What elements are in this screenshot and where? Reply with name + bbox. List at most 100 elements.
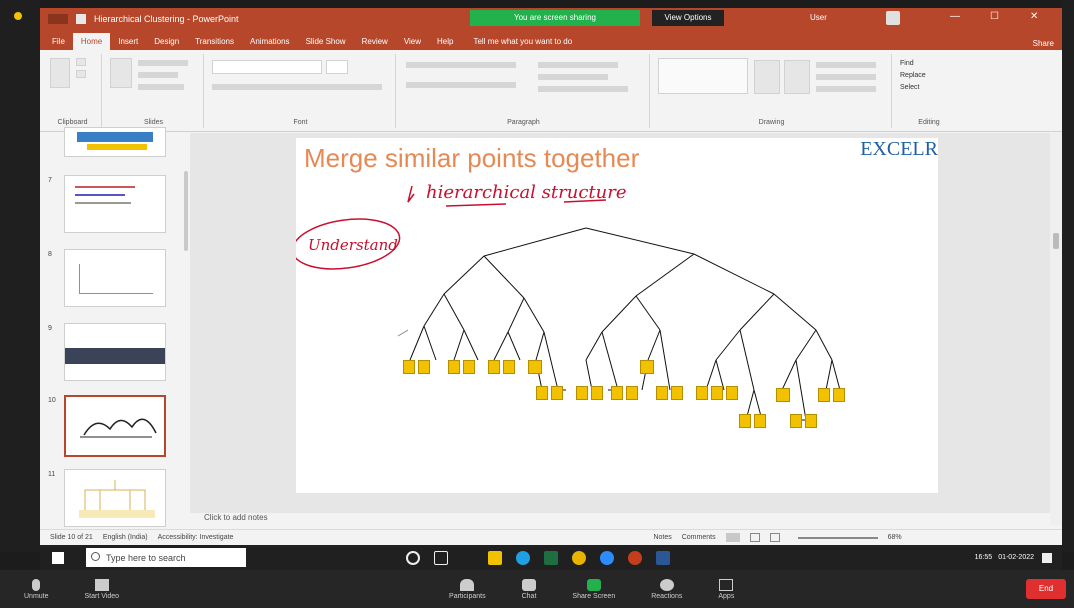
language-status[interactable]: English (India) [103,534,148,541]
zoom-right-frame [1062,0,1074,552]
accessibility-status[interactable]: Accessibility: Investigate [158,534,234,541]
chrome-icon[interactable] [572,550,586,565]
cut-icon[interactable] [76,58,86,66]
new-slide-button[interactable] [110,58,132,88]
save-icon[interactable] [76,14,86,24]
thumbnail-slide-10[interactable] [64,395,166,457]
windows-start-icon[interactable] [52,551,64,564]
share-button[interactable]: Share [1033,39,1054,48]
replace-button[interactable]: Replace [900,72,926,79]
taskbar-search-input[interactable]: Type here to search [86,548,246,567]
tab-view[interactable]: View [396,37,429,50]
zoom-app-icon[interactable] [600,550,614,565]
leaf-node [551,386,563,400]
chat-button[interactable]: Chat [522,578,536,600]
participants-icon [460,578,475,591]
tab-insert[interactable]: Insert [110,37,146,50]
vertical-scrollbar[interactable] [1050,133,1062,525]
find-button[interactable]: Find [900,60,914,67]
share-screen-button[interactable]: Share Screen [572,578,615,600]
thumbnail-slide-11[interactable] [64,469,166,527]
user-name: User [810,13,827,22]
shapes-gallery[interactable] [658,58,748,94]
notes-button[interactable]: Notes [653,534,671,541]
select-button[interactable]: Select [900,84,919,91]
tab-transitions[interactable]: Transitions [187,37,242,50]
reading-view-icon[interactable] [769,533,780,542]
leaf-node [790,414,802,428]
powerpoint-icon[interactable] [628,550,642,565]
zoom-meeting-controls: Unmute Start Video Participants Chat Sha… [0,570,1074,608]
align-buttons[interactable] [406,82,516,88]
video-icon [94,578,109,591]
autosave-toggle[interactable] [48,14,68,24]
arrange-button[interactable] [754,60,780,94]
leaf-node [776,388,790,402]
leaf-node [754,414,766,428]
font-format-buttons[interactable] [212,84,382,90]
zoom-level[interactable]: 68% [888,534,902,541]
leaf-node [640,360,654,374]
text-direction-button[interactable] [538,62,618,68]
align-text-button[interactable] [538,74,608,80]
zoom-slider[interactable] [797,536,878,539]
unmute-button[interactable]: Unmute [24,578,49,600]
list-buttons[interactable] [406,62,516,68]
thumbnail-slide-8[interactable] [64,249,166,307]
slide-counter: Slide 10 of 21 [50,534,93,541]
section-button[interactable] [138,84,184,90]
slide-sorter-icon[interactable] [749,533,760,542]
tab-review[interactable]: Review [354,37,396,50]
tab-design[interactable]: Design [146,37,187,50]
end-meeting-button[interactable]: End [1026,579,1066,599]
close-icon[interactable]: ✕ [1030,11,1038,22]
cortana-icon[interactable] [406,550,420,565]
tell-me-search[interactable]: Tell me what you want to do [473,37,572,50]
dendrogram: hierarchical structure Understand [296,182,841,421]
file-explorer-icon[interactable] [488,550,502,565]
thumbnails-scrollbar[interactable] [184,171,188,251]
thumbnail-slide-7[interactable] [64,175,166,233]
task-view-icon[interactable] [434,550,448,565]
share-screen-icon [586,578,601,591]
tab-file[interactable]: File [44,37,73,50]
font-name-box[interactable] [212,60,322,74]
title-bar: Hierarchical Clustering - PowerPoint You… [40,8,1062,30]
avatar[interactable] [886,11,900,25]
layout-button[interactable] [138,60,188,66]
shape-outline-button[interactable] [816,74,876,80]
maximize-icon[interactable]: ☐ [990,11,999,22]
group-drawing: Drawing [652,54,892,128]
excel-icon[interactable] [544,550,558,565]
quick-styles-button[interactable] [784,60,810,94]
group-editing: Find Replace Select Editing [900,60,940,126]
minimize-icon[interactable]: — [950,11,960,22]
thumbnail-slide-6[interactable] [64,127,166,157]
thumbnail-slide-9[interactable] [64,323,166,381]
view-options-button[interactable]: View Options [652,10,724,26]
reset-button[interactable] [138,72,178,78]
notification-icon[interactable] [1042,552,1052,563]
shape-effects-button[interactable] [816,86,876,92]
paste-button[interactable] [50,58,70,88]
tab-help[interactable]: Help [429,37,461,50]
start-video-button[interactable]: Start Video [85,578,119,600]
chat-icon [522,578,536,591]
convert-smartart-button[interactable] [538,86,628,92]
status-bar: Slide 10 of 21 English (India) Accessibi… [40,529,1062,545]
comments-button[interactable]: Comments [682,534,716,541]
word-icon[interactable] [656,550,670,565]
apps-button[interactable]: Apps [718,578,734,600]
edge-icon[interactable] [516,550,530,565]
tab-home[interactable]: Home [72,33,111,50]
notes-placeholder[interactable]: Click to add notes [190,513,1050,525]
participants-button[interactable]: Participants [449,578,486,600]
tab-slideshow[interactable]: Slide Show [298,37,354,50]
reactions-button[interactable]: Reactions [651,578,682,600]
tab-animations[interactable]: Animations [242,37,298,50]
shape-fill-button[interactable] [816,62,876,68]
normal-view-icon[interactable] [725,533,740,542]
font-size-box[interactable] [326,60,348,74]
leaf-node [626,386,638,400]
copy-icon[interactable] [76,70,86,78]
